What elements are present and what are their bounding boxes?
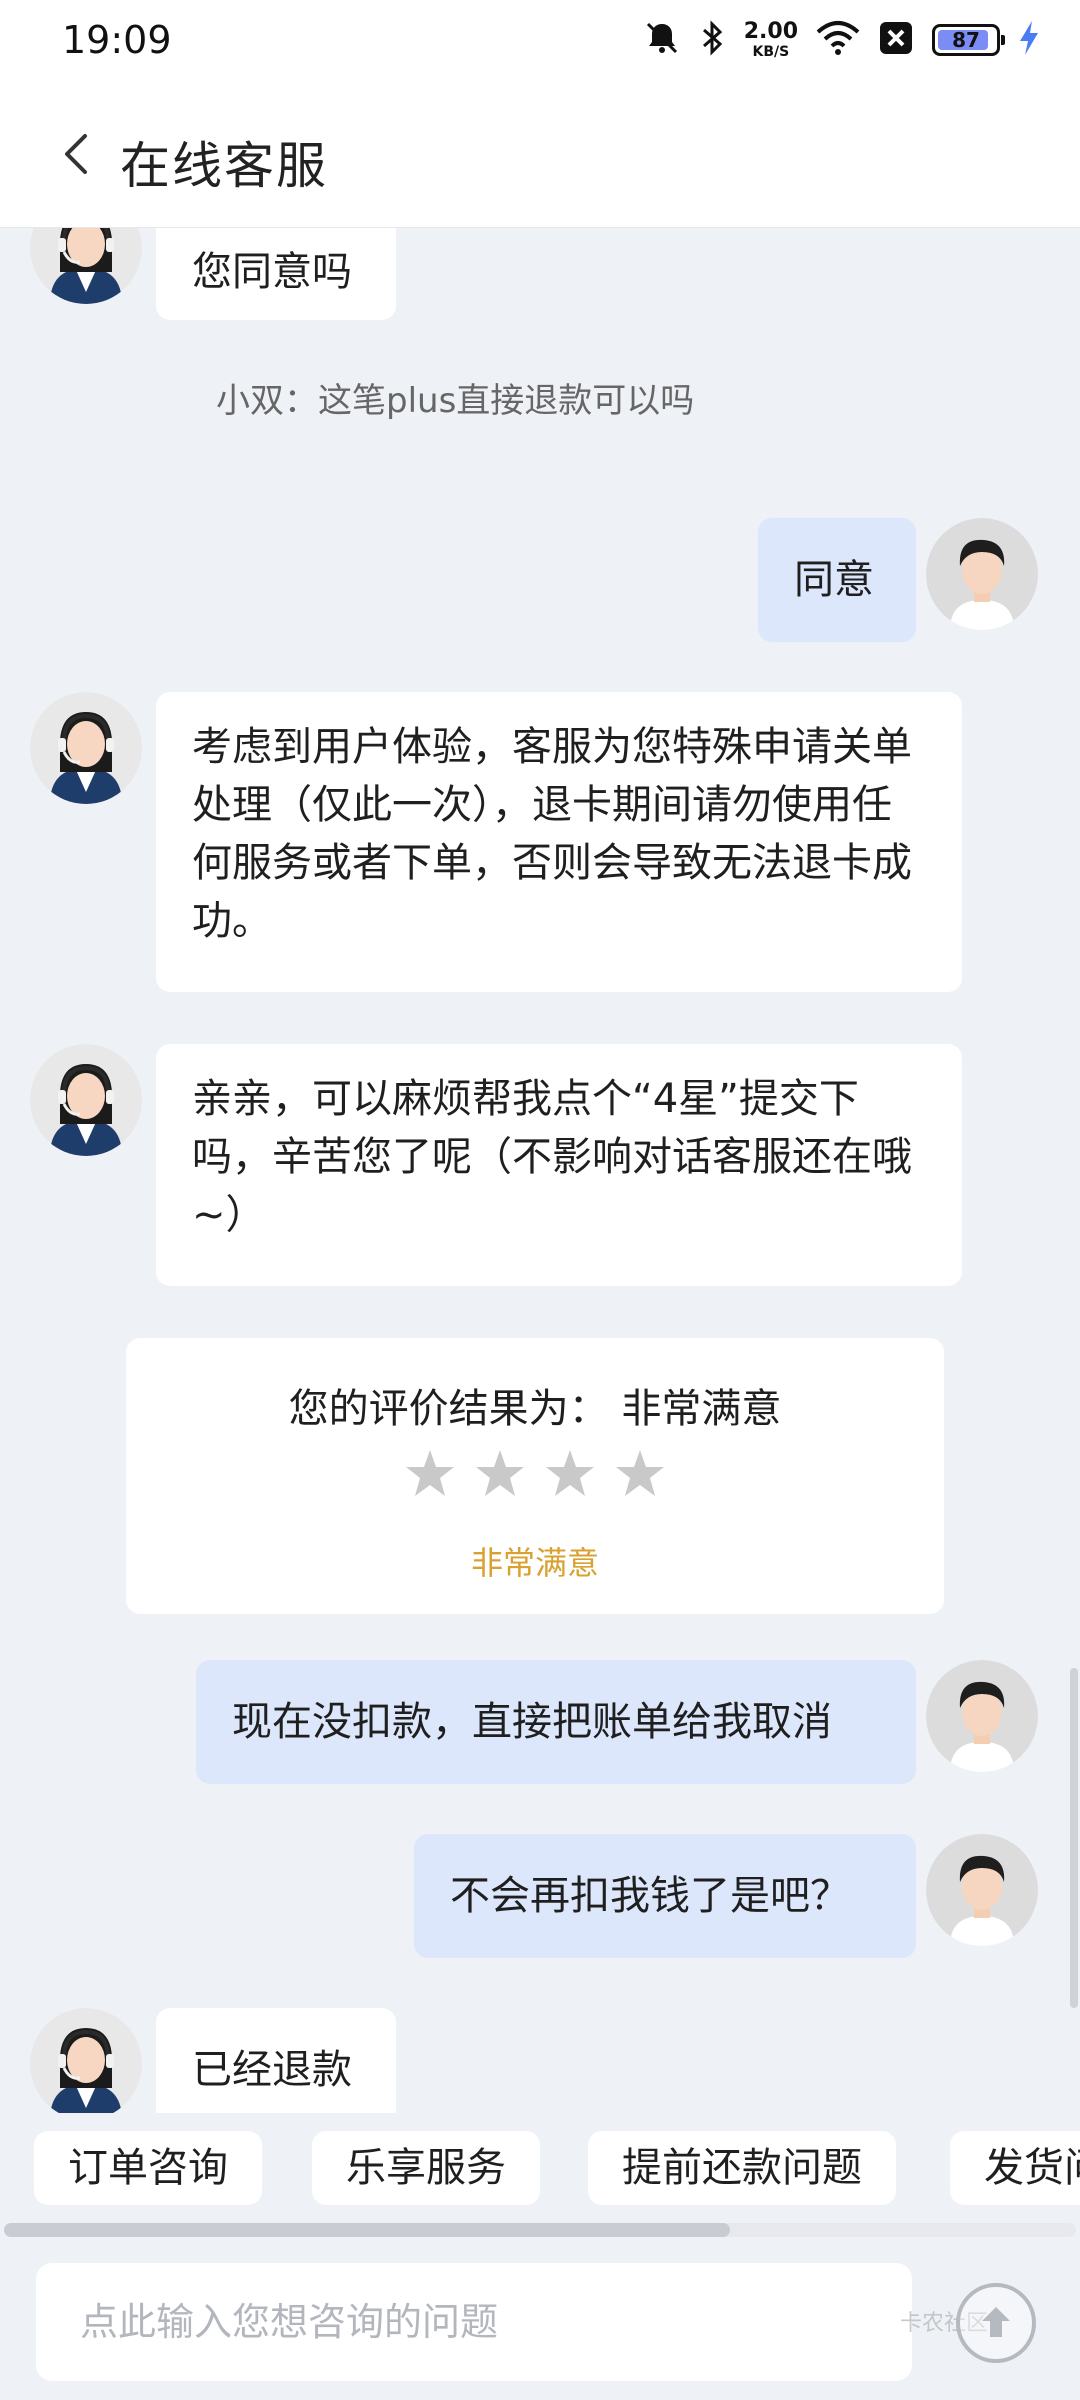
page-title: 在线客服 [120, 137, 328, 195]
upload-button[interactable] [956, 2283, 1036, 2363]
user-message-bubble: 同意 [758, 518, 916, 642]
agent-message-bubble: 亲亲，可以麻烦帮我点个“4星”提交下吗，辛苦您了呢（不影响对话客服还在哦~） [156, 1044, 962, 1286]
user-avatar-icon [926, 1834, 1038, 1946]
user-message-bubble: 现在没扣款，直接把账单给我取消 [196, 1660, 916, 1784]
star-icon[interactable] [614, 1448, 666, 1500]
agent-message-bubble: 您同意吗 [156, 228, 396, 320]
agent-message-bubble: 考虑到用户体验，客服为您特殊申请关单处理（仅此一次），退卡期间请勿使用任何服务或… [156, 692, 962, 992]
status-time: 19:09 [62, 18, 172, 62]
back-button[interactable] [48, 126, 104, 182]
quick-actions-bar: 订单咨询 乐享服务 提前还款问题 发货问 [0, 2113, 1080, 2223]
header: 在线客服 [0, 80, 1080, 228]
status-bar: 19:09 2.00 KB/S 87 [0, 0, 1080, 80]
agent-avatar-icon [30, 2008, 142, 2113]
chip-early-repayment[interactable]: 提前还款问题 [588, 2131, 896, 2205]
rating-label: 非常满意 [470, 1544, 599, 1582]
system-message: 小双：这笔plus直接退款可以吗 [216, 381, 695, 421]
upload-icon [982, 2307, 1010, 2337]
network-speed: 2.00 KB/S [743, 19, 798, 60]
rating-card: 您的评价结果为： 非常满意 非常满意 [126, 1338, 944, 1614]
input-bar: 卡农社区 [0, 2245, 1080, 2400]
chat-scrollbar[interactable] [1070, 1668, 1078, 2008]
star-icon[interactable] [404, 1448, 456, 1500]
status-icons: 2.00 KB/S 87 [642, 18, 1040, 62]
chip-shipping[interactable]: 发货问 [950, 2131, 1080, 2205]
rating-title: 您的评价结果为： 非常满意 [288, 1386, 782, 1432]
star-icon[interactable] [544, 1448, 596, 1500]
user-avatar-icon [926, 518, 1038, 630]
battery-icon: 87 [932, 24, 1005, 56]
app-root: 19:09 2.00 KB/S 87 在线客服 您同意吗 小双：这笔plus直接… [0, 0, 1080, 2400]
back-icon [65, 134, 87, 174]
question-input[interactable] [36, 2263, 912, 2381]
wifi-icon [816, 20, 860, 60]
rating-stars [126, 1448, 944, 1500]
chip-order-inquiry[interactable]: 订单咨询 [34, 2131, 262, 2205]
bluetooth-icon [700, 18, 726, 62]
close-box-icon [878, 20, 914, 60]
user-avatar-icon [926, 1660, 1038, 1772]
mute-icon [642, 18, 682, 62]
agent-message-bubble: 已经退款 [156, 2008, 396, 2113]
agent-avatar-icon [30, 692, 142, 804]
star-icon[interactable] [474, 1448, 526, 1500]
agent-avatar-icon [30, 228, 142, 304]
chat-area[interactable]: 您同意吗 小双：这笔plus直接退款可以吗 同意 考虑到用户体验，客服为您特殊申… [0, 228, 1080, 2113]
chip-lexiang-service[interactable]: 乐享服务 [312, 2131, 540, 2205]
agent-avatar-icon [30, 1044, 142, 1156]
chips-scrollbar[interactable] [4, 2223, 730, 2237]
user-message-bubble: 不会再扣我钱了是吧？ [414, 1834, 916, 1958]
charging-icon [1018, 19, 1040, 61]
